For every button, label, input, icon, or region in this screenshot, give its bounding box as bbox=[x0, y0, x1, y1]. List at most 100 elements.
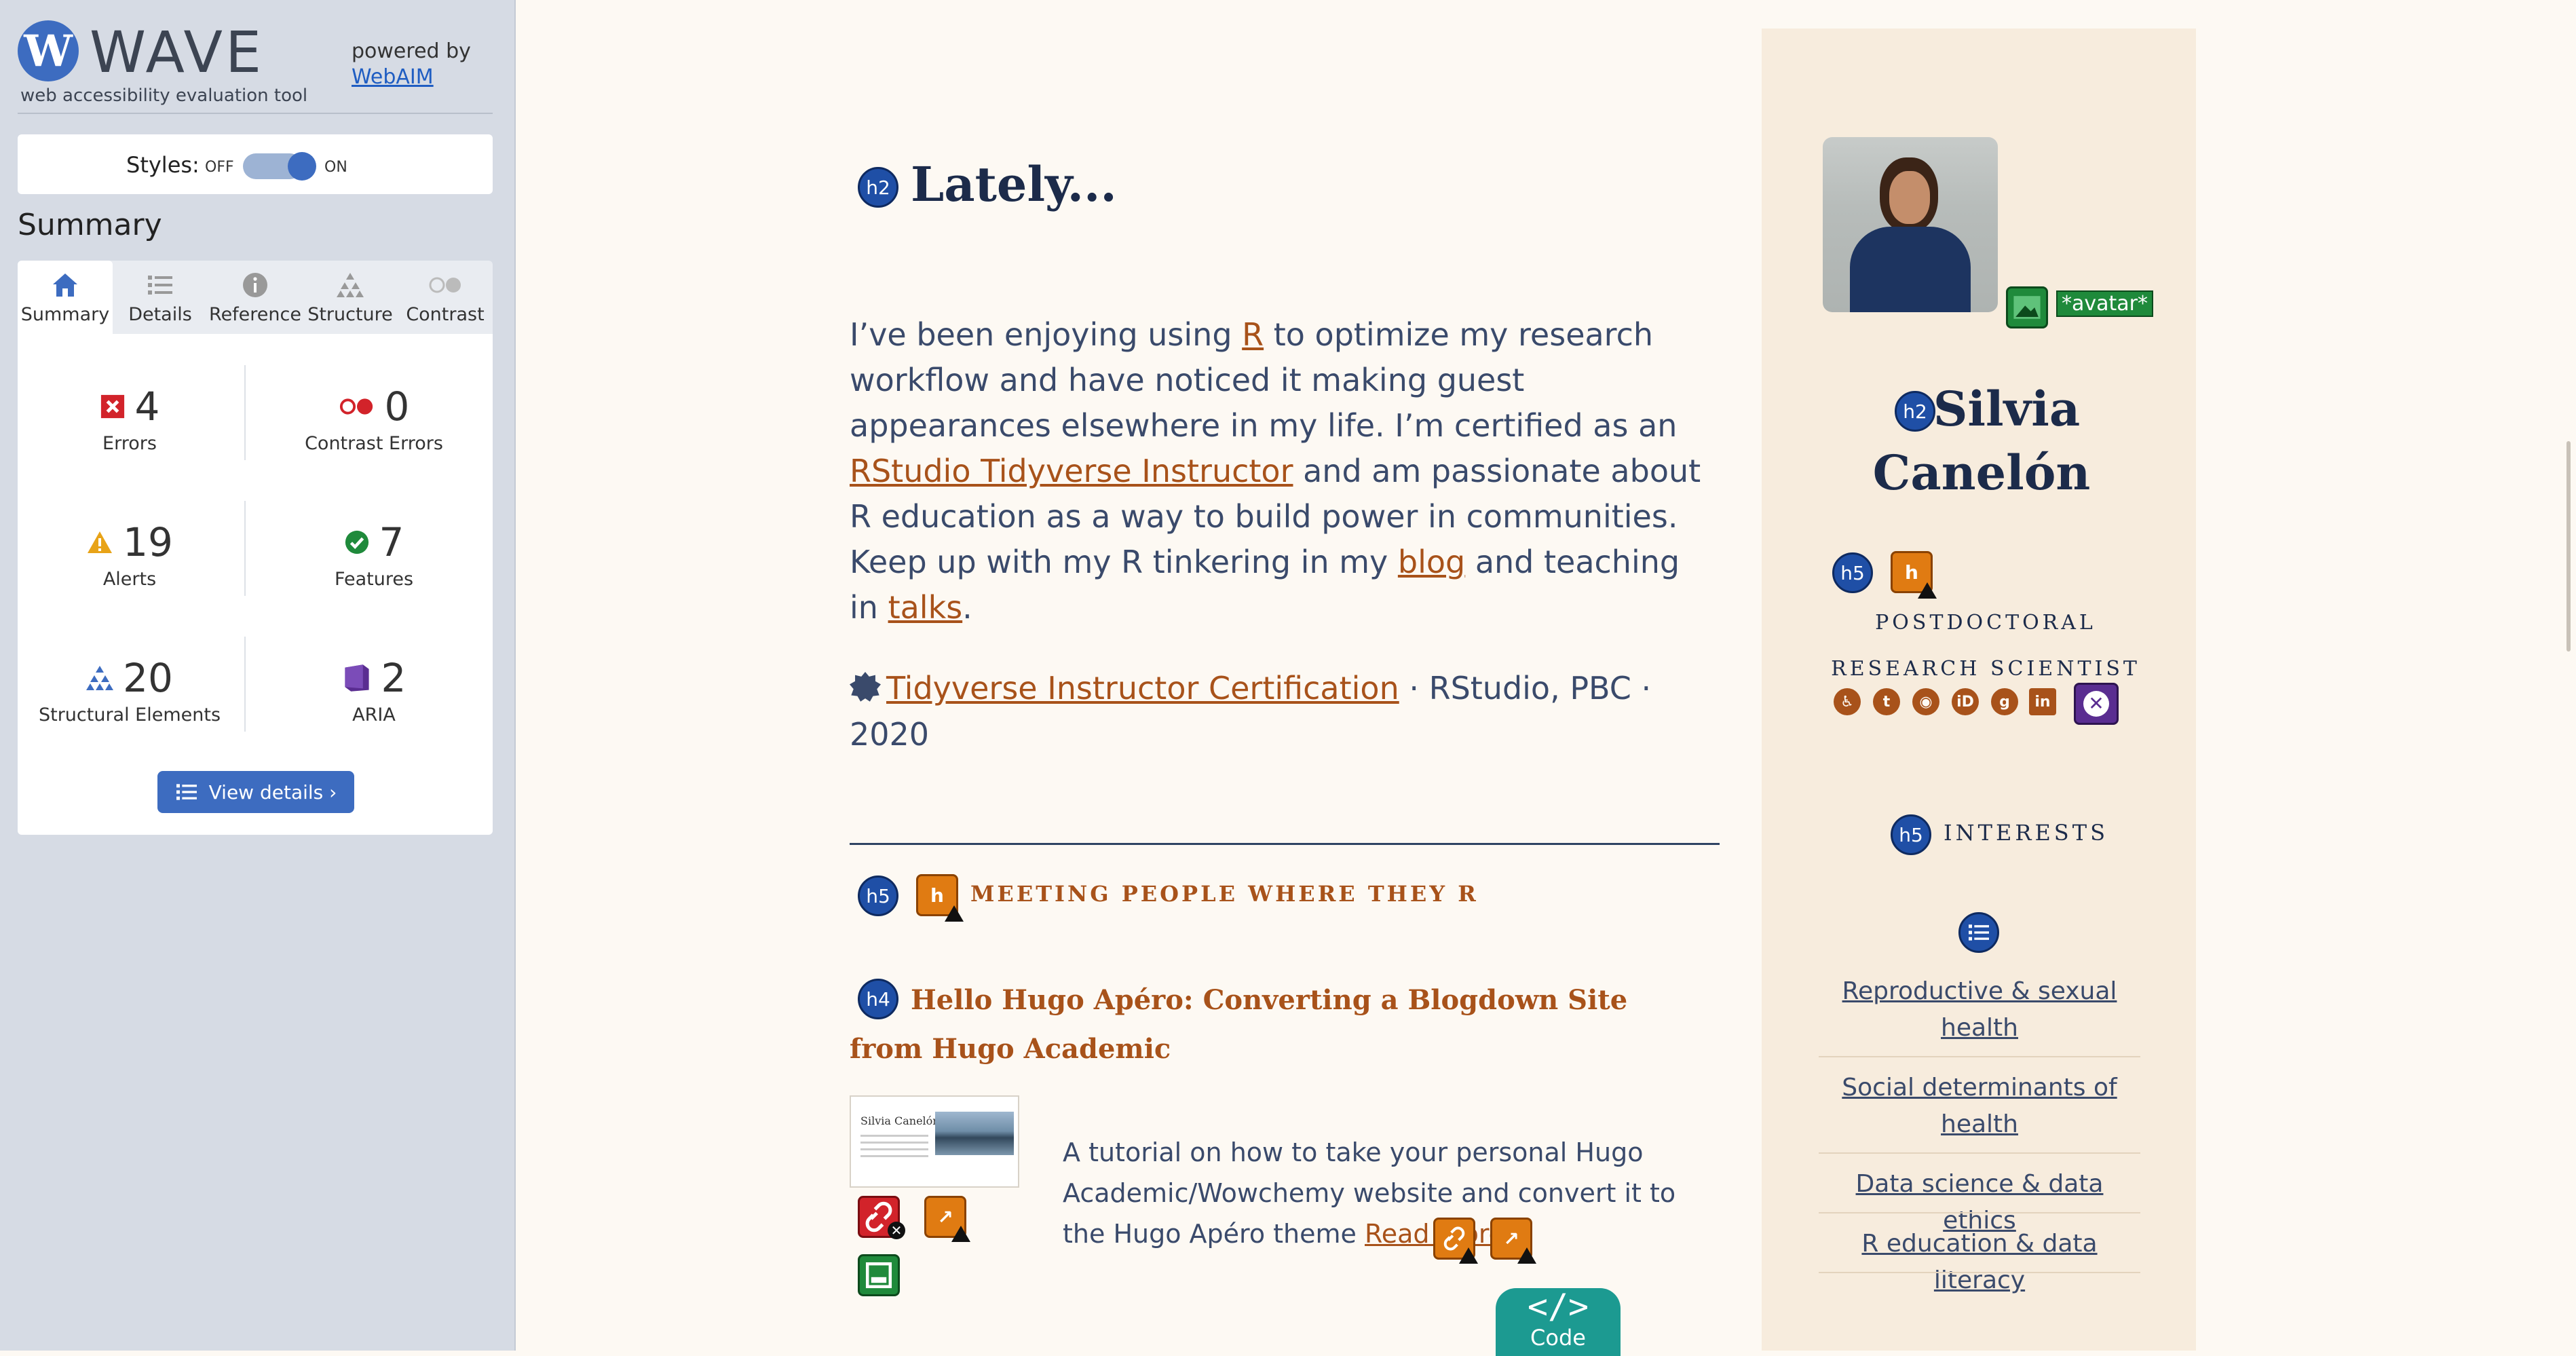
styles-toggle-panel: Styles: OFF ON bbox=[18, 134, 493, 194]
features-stat[interactable]: 7 Features bbox=[262, 519, 486, 590]
contrast-errors-label: Contrast Errors bbox=[305, 433, 443, 454]
list-icon bbox=[176, 784, 197, 800]
blog-link[interactable]: blog bbox=[1398, 544, 1465, 580]
tab-reference[interactable]: Reference bbox=[208, 261, 303, 334]
styles-on-label: ON bbox=[324, 159, 347, 176]
contrast-icon bbox=[429, 277, 461, 293]
google-scholar-icon[interactable]: g bbox=[1991, 688, 2018, 715]
code-label: Code bbox=[1530, 1325, 1586, 1351]
interest-separator bbox=[1819, 1152, 2140, 1154]
post-thumbnail[interactable]: Silvia Canelón bbox=[850, 1095, 1019, 1188]
thumbnail-lake-image bbox=[935, 1112, 1014, 1155]
interest-item-social-determinants[interactable]: Social determinants of health bbox=[1819, 1070, 2140, 1143]
error-x-icon: ✕ bbox=[888, 1222, 905, 1239]
interest-separator bbox=[1819, 1272, 2140, 1273]
powered-by-label: powered by bbox=[352, 39, 471, 63]
profile-name-text: Silvia Canelón bbox=[1872, 381, 2091, 501]
thumbnail-text-lines bbox=[860, 1135, 928, 1162]
tidyverse-certification-link[interactable]: Tidyverse Instructor Certification bbox=[886, 670, 1399, 707]
section-divider bbox=[850, 843, 1720, 845]
avatar-face bbox=[1889, 171, 1930, 224]
structural-stat[interactable]: 20 Structural Elements bbox=[18, 654, 242, 726]
profile-name: Silvia Canelón bbox=[1859, 377, 2104, 505]
twitter-icon[interactable]: t bbox=[1873, 688, 1900, 715]
list-feature-icon[interactable] bbox=[1958, 912, 1999, 953]
avatar bbox=[1823, 137, 1998, 312]
interest-item-r-education[interactable]: R education & data literacy bbox=[1819, 1226, 2140, 1299]
profile-role-text: POSTDOCTORAL RESEARCH SCIENTIST bbox=[1831, 611, 2140, 681]
list-icon bbox=[148, 276, 172, 295]
tab-reference-label: Reference bbox=[209, 304, 301, 325]
h5-badge-icon[interactable]: h5 bbox=[858, 875, 898, 916]
wave-tagline: web accessibility evaluation tool bbox=[20, 86, 308, 106]
tab-contrast-label: Contrast bbox=[406, 304, 485, 325]
code-button[interactable]: </> Code bbox=[1496, 1288, 1621, 1356]
info-icon bbox=[243, 273, 267, 297]
rstudio-instructor-link[interactable]: RStudio Tidyverse Instructor bbox=[850, 453, 1293, 489]
talks-link[interactable]: talks bbox=[888, 589, 963, 626]
warning-triangle-icon bbox=[945, 905, 964, 922]
styles-toggle-knob[interactable] bbox=[288, 152, 316, 181]
meeting-people-heading: MEETING PEOPLE WHERE THEY R bbox=[970, 881, 1479, 907]
post-description: A tutorial on how to take your personal … bbox=[1063, 1132, 1707, 1254]
tab-structure[interactable]: Structure bbox=[303, 261, 398, 334]
alerts-count: 19 bbox=[123, 519, 173, 565]
github-icon[interactable]: ◉ bbox=[1912, 688, 1939, 715]
avatar-shirt bbox=[1850, 227, 1971, 312]
alerts-stat[interactable]: 19 Alerts bbox=[18, 519, 242, 590]
error-icon bbox=[100, 394, 124, 419]
tab-summary-label: Summary bbox=[20, 304, 110, 325]
tab-details[interactable]: Details bbox=[113, 261, 208, 334]
linkedin-icon[interactable]: in bbox=[2029, 688, 2056, 715]
contrast-error-icon bbox=[339, 398, 373, 415]
home-icon bbox=[53, 274, 77, 297]
accessibility-icon[interactable]: ♿ bbox=[1834, 688, 1861, 715]
page-scrollbar[interactable] bbox=[2566, 441, 2571, 652]
stat-separator bbox=[244, 501, 246, 596]
interest-separator bbox=[1819, 1056, 2140, 1057]
tab-details-label: Details bbox=[128, 304, 192, 325]
aria-icon bbox=[344, 664, 369, 692]
tab-summary[interactable]: Summary bbox=[18, 261, 113, 334]
wave-logo-icon[interactable]: W bbox=[18, 20, 79, 81]
image-alt-feature-icon[interactable] bbox=[858, 1254, 900, 1296]
webaim-link[interactable]: WebAIM bbox=[352, 65, 434, 89]
contrast-errors-stat[interactable]: 0 Contrast Errors bbox=[262, 383, 486, 454]
aria-stat[interactable]: 2 ARIA bbox=[262, 654, 486, 726]
lately-heading: Lately... bbox=[911, 156, 1117, 212]
errors-label: Errors bbox=[102, 433, 157, 454]
view-details-button[interactable]: View details › bbox=[157, 771, 354, 813]
wave-logo-text: WAVE bbox=[90, 19, 265, 86]
orcid-icon[interactable]: iD bbox=[1952, 688, 1979, 715]
warning-triangle-icon bbox=[1517, 1247, 1536, 1264]
r-link[interactable]: R bbox=[1242, 316, 1264, 353]
aria-hidden-icon[interactable]: ✕ bbox=[2074, 683, 2119, 725]
styles-label: Styles: bbox=[126, 152, 200, 178]
features-count: 7 bbox=[379, 519, 404, 565]
errors-count: 4 bbox=[134, 383, 160, 430]
h2-badge-icon[interactable]: h2 bbox=[858, 167, 898, 208]
image-feature-icon[interactable] bbox=[2006, 286, 2048, 328]
badge-certificate-icon bbox=[850, 672, 881, 702]
view-details-label: View details › bbox=[208, 780, 337, 804]
structural-count: 20 bbox=[123, 655, 173, 701]
interests-heading: INTERESTS bbox=[1944, 820, 2108, 846]
structural-label: Structural Elements bbox=[38, 704, 221, 726]
interest-item-reproductive-health[interactable]: Reproductive & sexual health bbox=[1819, 973, 2140, 1047]
post-title-link[interactable]: Hello Hugo Apéro: Converting a Blogdown … bbox=[850, 976, 1705, 1074]
alert-icon bbox=[88, 531, 113, 553]
h5-badge-icon[interactable]: h5 bbox=[1891, 814, 1931, 855]
intro-paragraph: I’ve been enjoying using R to optimize m… bbox=[850, 312, 1705, 630]
errors-stat[interactable]: 4 Errors bbox=[18, 383, 242, 454]
interest-separator bbox=[1819, 1212, 2140, 1213]
profile-role: POSTDOCTORAL RESEARCH SCIENTIST bbox=[1830, 554, 2142, 692]
structure-icon bbox=[86, 666, 114, 690]
certification-line: Tidyverse Instructor Certification · RSt… bbox=[850, 665, 1705, 757]
sidebar-divider bbox=[18, 113, 493, 114]
aria-label: ARIA bbox=[352, 704, 396, 726]
intro-text: . bbox=[962, 589, 972, 626]
thumbnail-name: Silvia Canelón bbox=[860, 1114, 940, 1127]
tab-contrast[interactable]: Contrast bbox=[398, 261, 493, 334]
warning-triangle-icon bbox=[1459, 1247, 1478, 1264]
avatar-alt-text: *avatar* bbox=[2056, 290, 2154, 317]
